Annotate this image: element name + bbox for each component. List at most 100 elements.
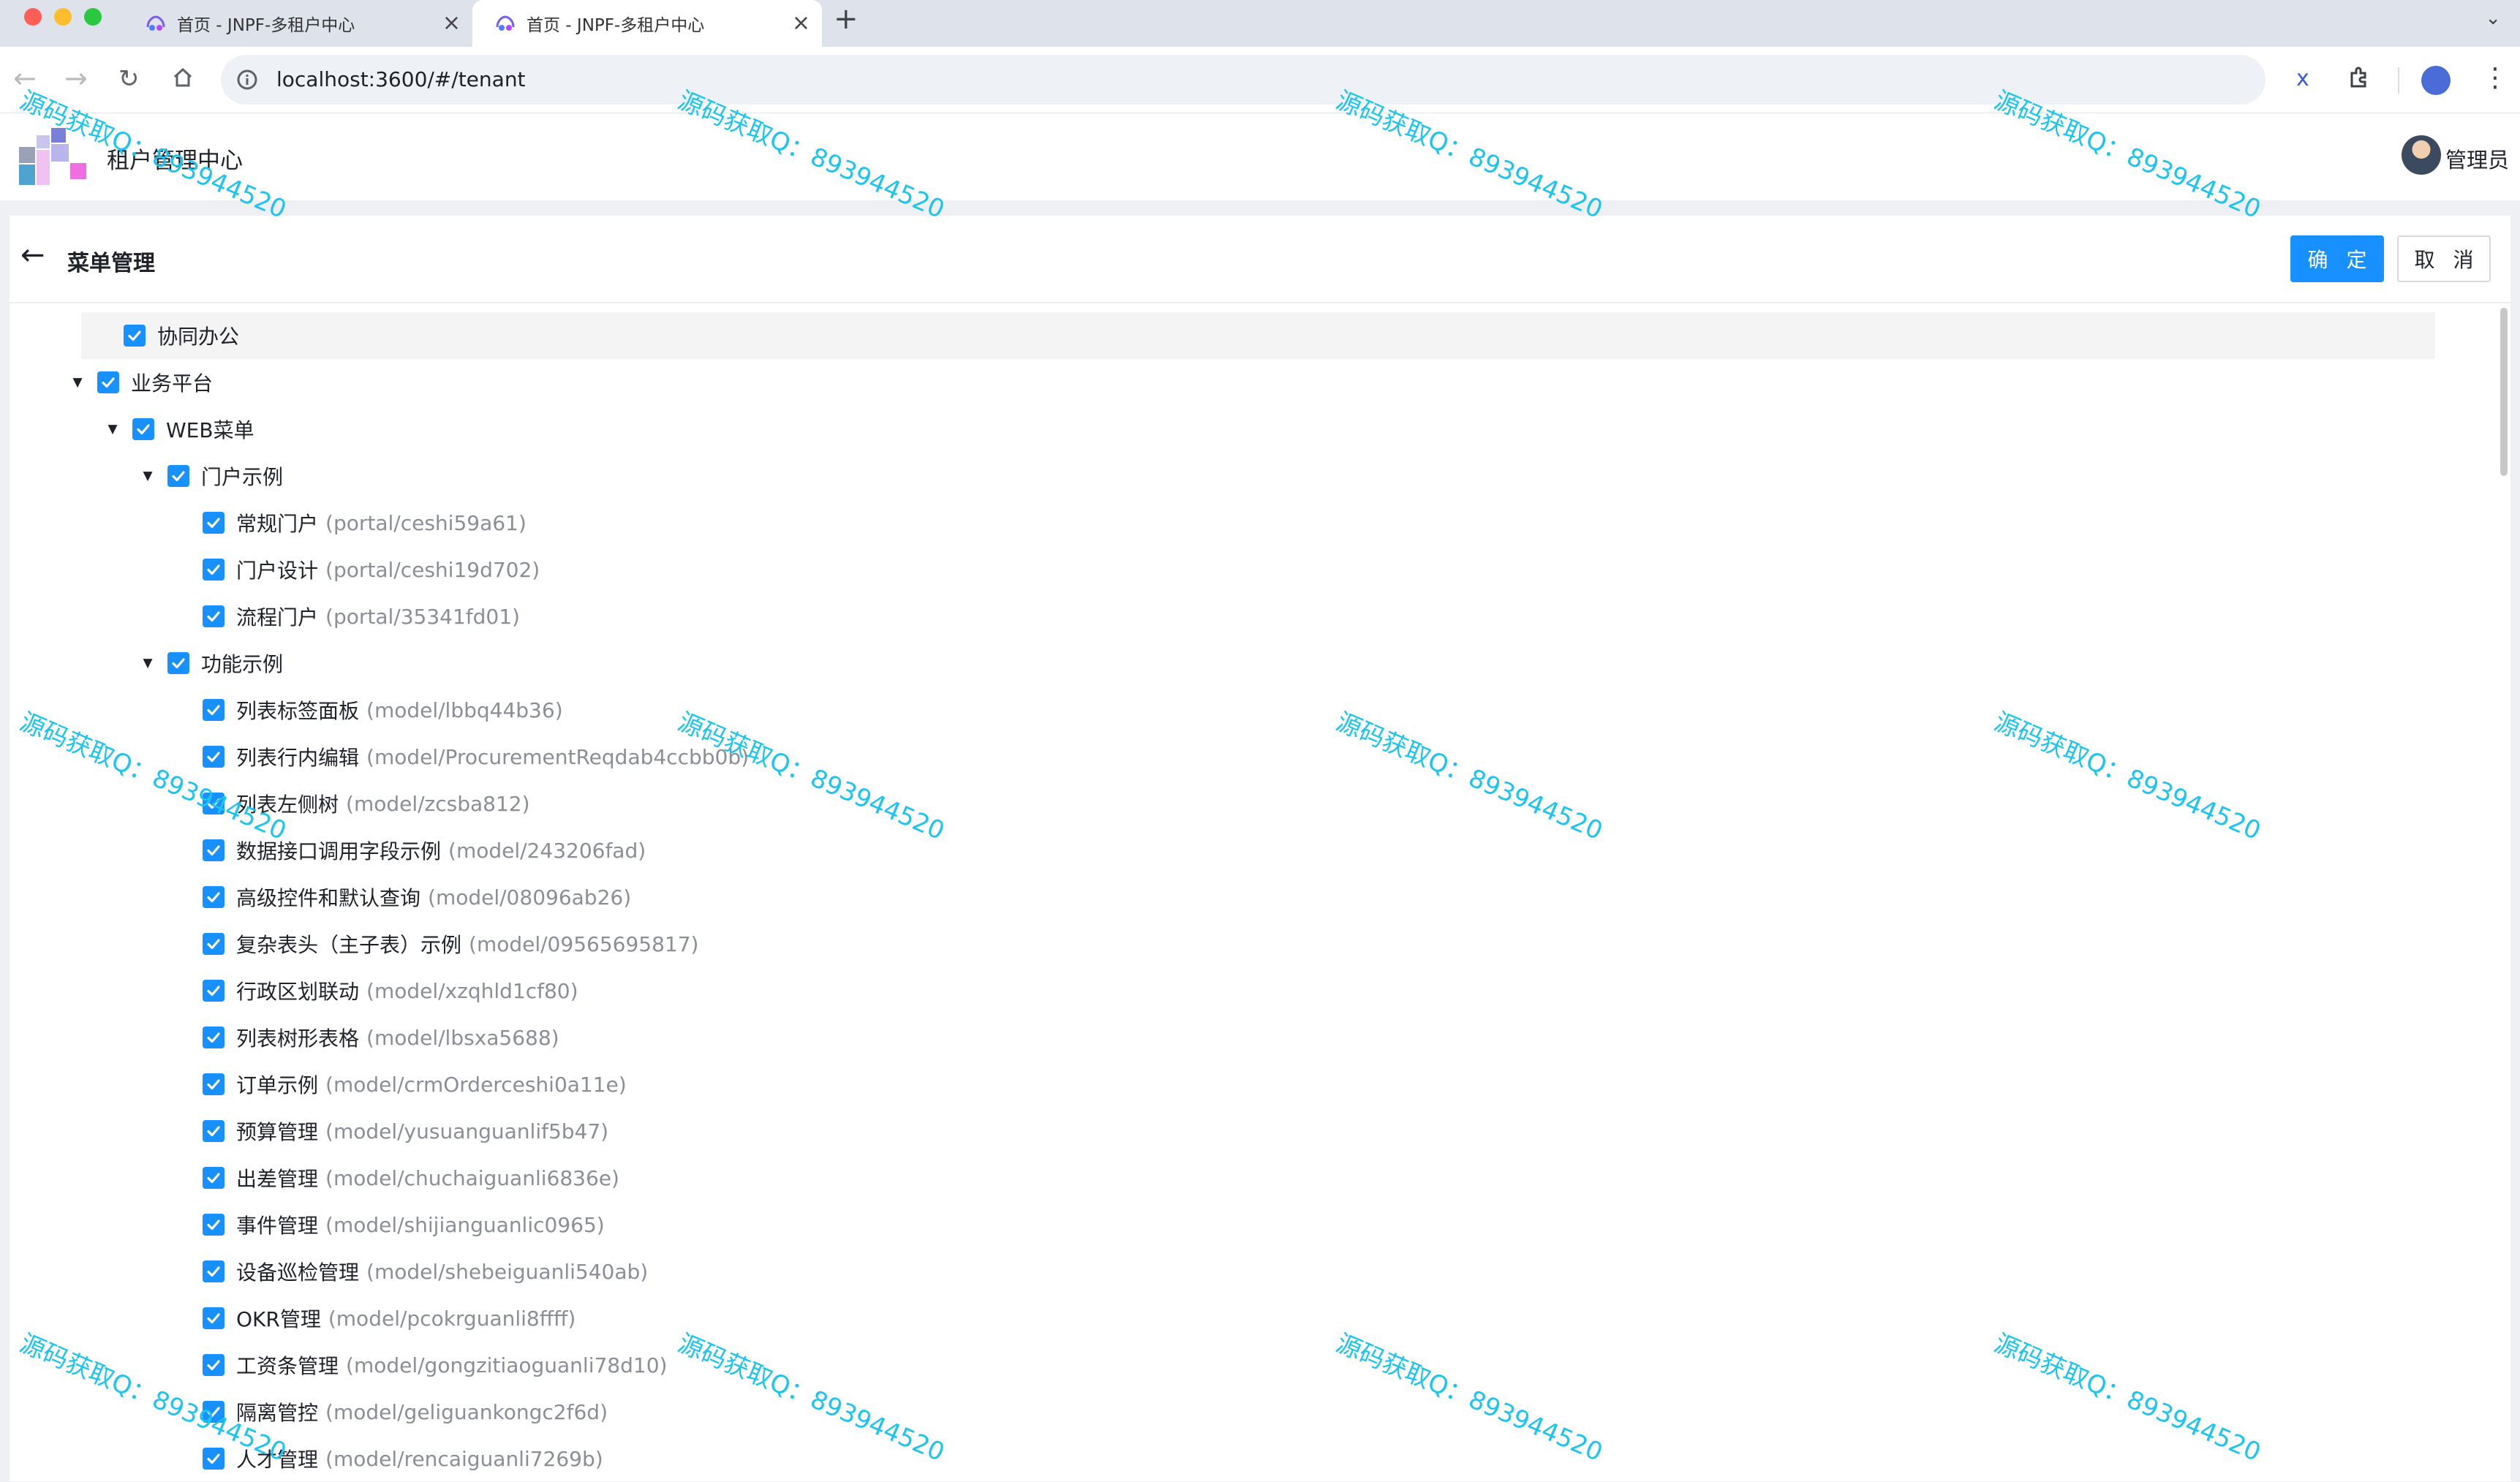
caret-down-icon[interactable]: ▼	[140, 655, 156, 671]
tree-checkbox[interactable]	[167, 652, 189, 674]
tree-node-label[interactable]: 流程门户	[236, 602, 318, 631]
tree-checkbox[interactable]	[203, 1401, 225, 1423]
tree-row[interactable]: 列表树形表格 (model/lbsxa5688)	[10, 1014, 2489, 1061]
tree-checkbox[interactable]	[97, 371, 119, 393]
tree-node-label[interactable]: 复杂表头（主子表）示例	[236, 929, 461, 959]
tree-checkbox[interactable]	[203, 559, 225, 581]
tree-checkbox[interactable]	[203, 699, 225, 721]
tree-node-label[interactable]: 功能示例	[201, 649, 283, 678]
window-minimize-dot[interactable]	[54, 8, 72, 26]
tree-checkbox[interactable]	[203, 1214, 225, 1236]
tree-row[interactable]: 协同办公	[81, 312, 2435, 359]
tree-checkbox[interactable]	[203, 980, 225, 1002]
tree-row[interactable]: ▼ 业务平台	[10, 359, 2489, 406]
extension-x-icon[interactable]: x	[2296, 66, 2309, 91]
tree-row[interactable]: 列表行内编辑 (model/ProcurementReqdab4ccbb0b)	[10, 733, 2489, 780]
back-arrow-icon[interactable]: ←	[20, 241, 45, 270]
new-tab-button[interactable]: +	[834, 4, 859, 34]
tree-checkbox[interactable]	[167, 465, 189, 487]
cancel-button[interactable]: 取 消	[2397, 235, 2491, 282]
tree-checkbox[interactable]	[203, 1307, 225, 1329]
tree-row[interactable]: 列表标签面板 (model/lbbq44b36)	[10, 687, 2489, 733]
tree-row[interactable]: OKR管理 (model/pcokrguanli8ffff)	[10, 1295, 2489, 1342]
tree-node-label[interactable]: 数据接口调用字段示例	[236, 836, 441, 865]
tab-close-icon[interactable]: ×	[792, 12, 810, 34]
tree-node-label[interactable]: 隔离管控	[236, 1397, 318, 1426]
tab-close-icon[interactable]: ×	[442, 12, 461, 34]
extensions-puzzle-icon[interactable]	[2346, 64, 2372, 94]
tree-checkbox[interactable]	[203, 1073, 225, 1095]
confirm-button[interactable]: 确 定	[2290, 235, 2384, 282]
tree-node-label[interactable]: 列表标签面板	[236, 695, 359, 725]
tree-row[interactable]: 人才管理 (model/rencaiguanli7269b)	[10, 1435, 2489, 1482]
tree-checkbox[interactable]	[203, 1120, 225, 1142]
window-zoom-dot[interactable]	[84, 8, 102, 26]
tree-checkbox[interactable]	[203, 1167, 225, 1189]
tree-row[interactable]: 出差管理 (model/chuchaiguanli6836e)	[10, 1154, 2489, 1201]
tree-node-label[interactable]: WEB菜单	[166, 415, 254, 444]
tree-node-label[interactable]: OKR管理	[236, 1304, 321, 1333]
browser-tab-1[interactable]: 首页 - JNPF-多租户中心 ×	[123, 0, 472, 47]
tree-node-label[interactable]: 门户设计	[236, 555, 318, 584]
tree-node-label[interactable]: 协同办公	[157, 321, 239, 350]
tree-row[interactable]: 订单示例 (model/crmOrderceshi0a11e)	[10, 1061, 2489, 1108]
tree-node-label[interactable]: 行政区划联动	[236, 976, 359, 1005]
profile-avatar-icon[interactable]	[2421, 66, 2451, 95]
tree-checkbox[interactable]	[203, 933, 225, 955]
tree-row[interactable]: 行政区划联动 (model/xzqhld1cf80)	[10, 967, 2489, 1014]
tree-row[interactable]: 数据接口调用字段示例 (model/243206fad)	[10, 827, 2489, 874]
tree-row[interactable]: ▼ 功能示例	[10, 640, 2489, 687]
tree-node-label[interactable]: 列表行内编辑	[236, 742, 359, 771]
tree-checkbox[interactable]	[124, 325, 146, 347]
tree-checkbox[interactable]	[203, 1260, 225, 1282]
tree-row[interactable]: 工资条管理 (model/gongzitiaoguanli78d10)	[10, 1342, 2489, 1388]
tree-checkbox[interactable]	[203, 746, 225, 768]
scrollbar-thumb[interactable]	[2500, 308, 2508, 476]
tree-row[interactable]: ▼ 门户示例	[10, 453, 2489, 499]
tree-node-label[interactable]: 列表左侧树	[236, 789, 339, 818]
tree-node-label[interactable]: 人才管理	[236, 1444, 318, 1473]
user-name[interactable]: 管理员	[2445, 143, 2509, 174]
tree-row[interactable]: 隔离管控 (model/geliguankongc2f6d)	[10, 1388, 2489, 1435]
tree-row[interactable]: 预算管理 (model/yusuanguanlif5b47)	[10, 1108, 2489, 1154]
tree-node-label[interactable]: 订单示例	[236, 1070, 318, 1099]
home-icon[interactable]	[171, 66, 195, 94]
tree-node-label[interactable]: 门户示例	[201, 461, 283, 491]
tree-row[interactable]: 常规门户 (portal/ceshi59a61)	[10, 499, 2489, 546]
tree-node-label[interactable]: 常规门户	[236, 508, 318, 537]
tree-node-label[interactable]: 预算管理	[236, 1116, 318, 1146]
tree-checkbox[interactable]	[203, 793, 225, 814]
tab-search-chevron-icon[interactable]: ⌄	[2485, 7, 2501, 29]
tree-row[interactable]: 门户设计 (portal/ceshi19d702)	[10, 546, 2489, 593]
tree-row[interactable]: 流程门户 (portal/35341fd01)	[10, 593, 2489, 640]
window-close-dot[interactable]	[24, 8, 42, 26]
reload-icon[interactable]: ↻	[118, 67, 140, 91]
user-avatar[interactable]	[2402, 135, 2441, 175]
tree-checkbox[interactable]	[132, 418, 154, 440]
app-logo[interactable]	[18, 128, 91, 186]
tree-node-label[interactable]: 设备巡检管理	[236, 1257, 359, 1286]
tree-checkbox[interactable]	[203, 1027, 225, 1048]
tree-node-label[interactable]: 事件管理	[236, 1210, 318, 1239]
tree-checkbox[interactable]	[203, 605, 225, 627]
tree-node-label[interactable]: 列表树形表格	[236, 1023, 359, 1052]
tree-checkbox[interactable]	[203, 886, 225, 908]
tree-checkbox[interactable]	[203, 1448, 225, 1470]
tree-row[interactable]: 设备巡检管理 (model/shebeiguanli540ab)	[10, 1248, 2489, 1295]
browser-tab-2[interactable]: 首页 - JNPF-多租户中心 ×	[472, 0, 822, 47]
tree-node-label[interactable]: 工资条管理	[236, 1350, 339, 1380]
site-info-icon[interactable]	[235, 68, 259, 94]
tree-row[interactable]: 高级控件和默认查询 (model/08096ab26)	[10, 874, 2489, 920]
tree-checkbox[interactable]	[203, 512, 225, 534]
caret-down-icon[interactable]: ▼	[140, 468, 156, 484]
tree-row[interactable]: 列表左侧树 (model/zcsba812)	[10, 780, 2489, 827]
tree-row[interactable]: 复杂表头（主子表）示例 (model/09565695817)	[10, 920, 2489, 967]
tree-node-label[interactable]: 出差管理	[236, 1163, 318, 1192]
back-arrow-icon[interactable]: ←	[13, 64, 37, 92]
address-bar[interactable]: ☆	[221, 55, 2450, 105]
tree-scrollbar[interactable]	[2496, 303, 2510, 1481]
tree-checkbox[interactable]	[203, 839, 225, 861]
tree-node-label[interactable]: 高级控件和默认查询	[236, 882, 420, 912]
tree-node-label[interactable]: 业务平台	[131, 368, 213, 397]
forward-arrow-icon[interactable]: →	[64, 64, 88, 92]
